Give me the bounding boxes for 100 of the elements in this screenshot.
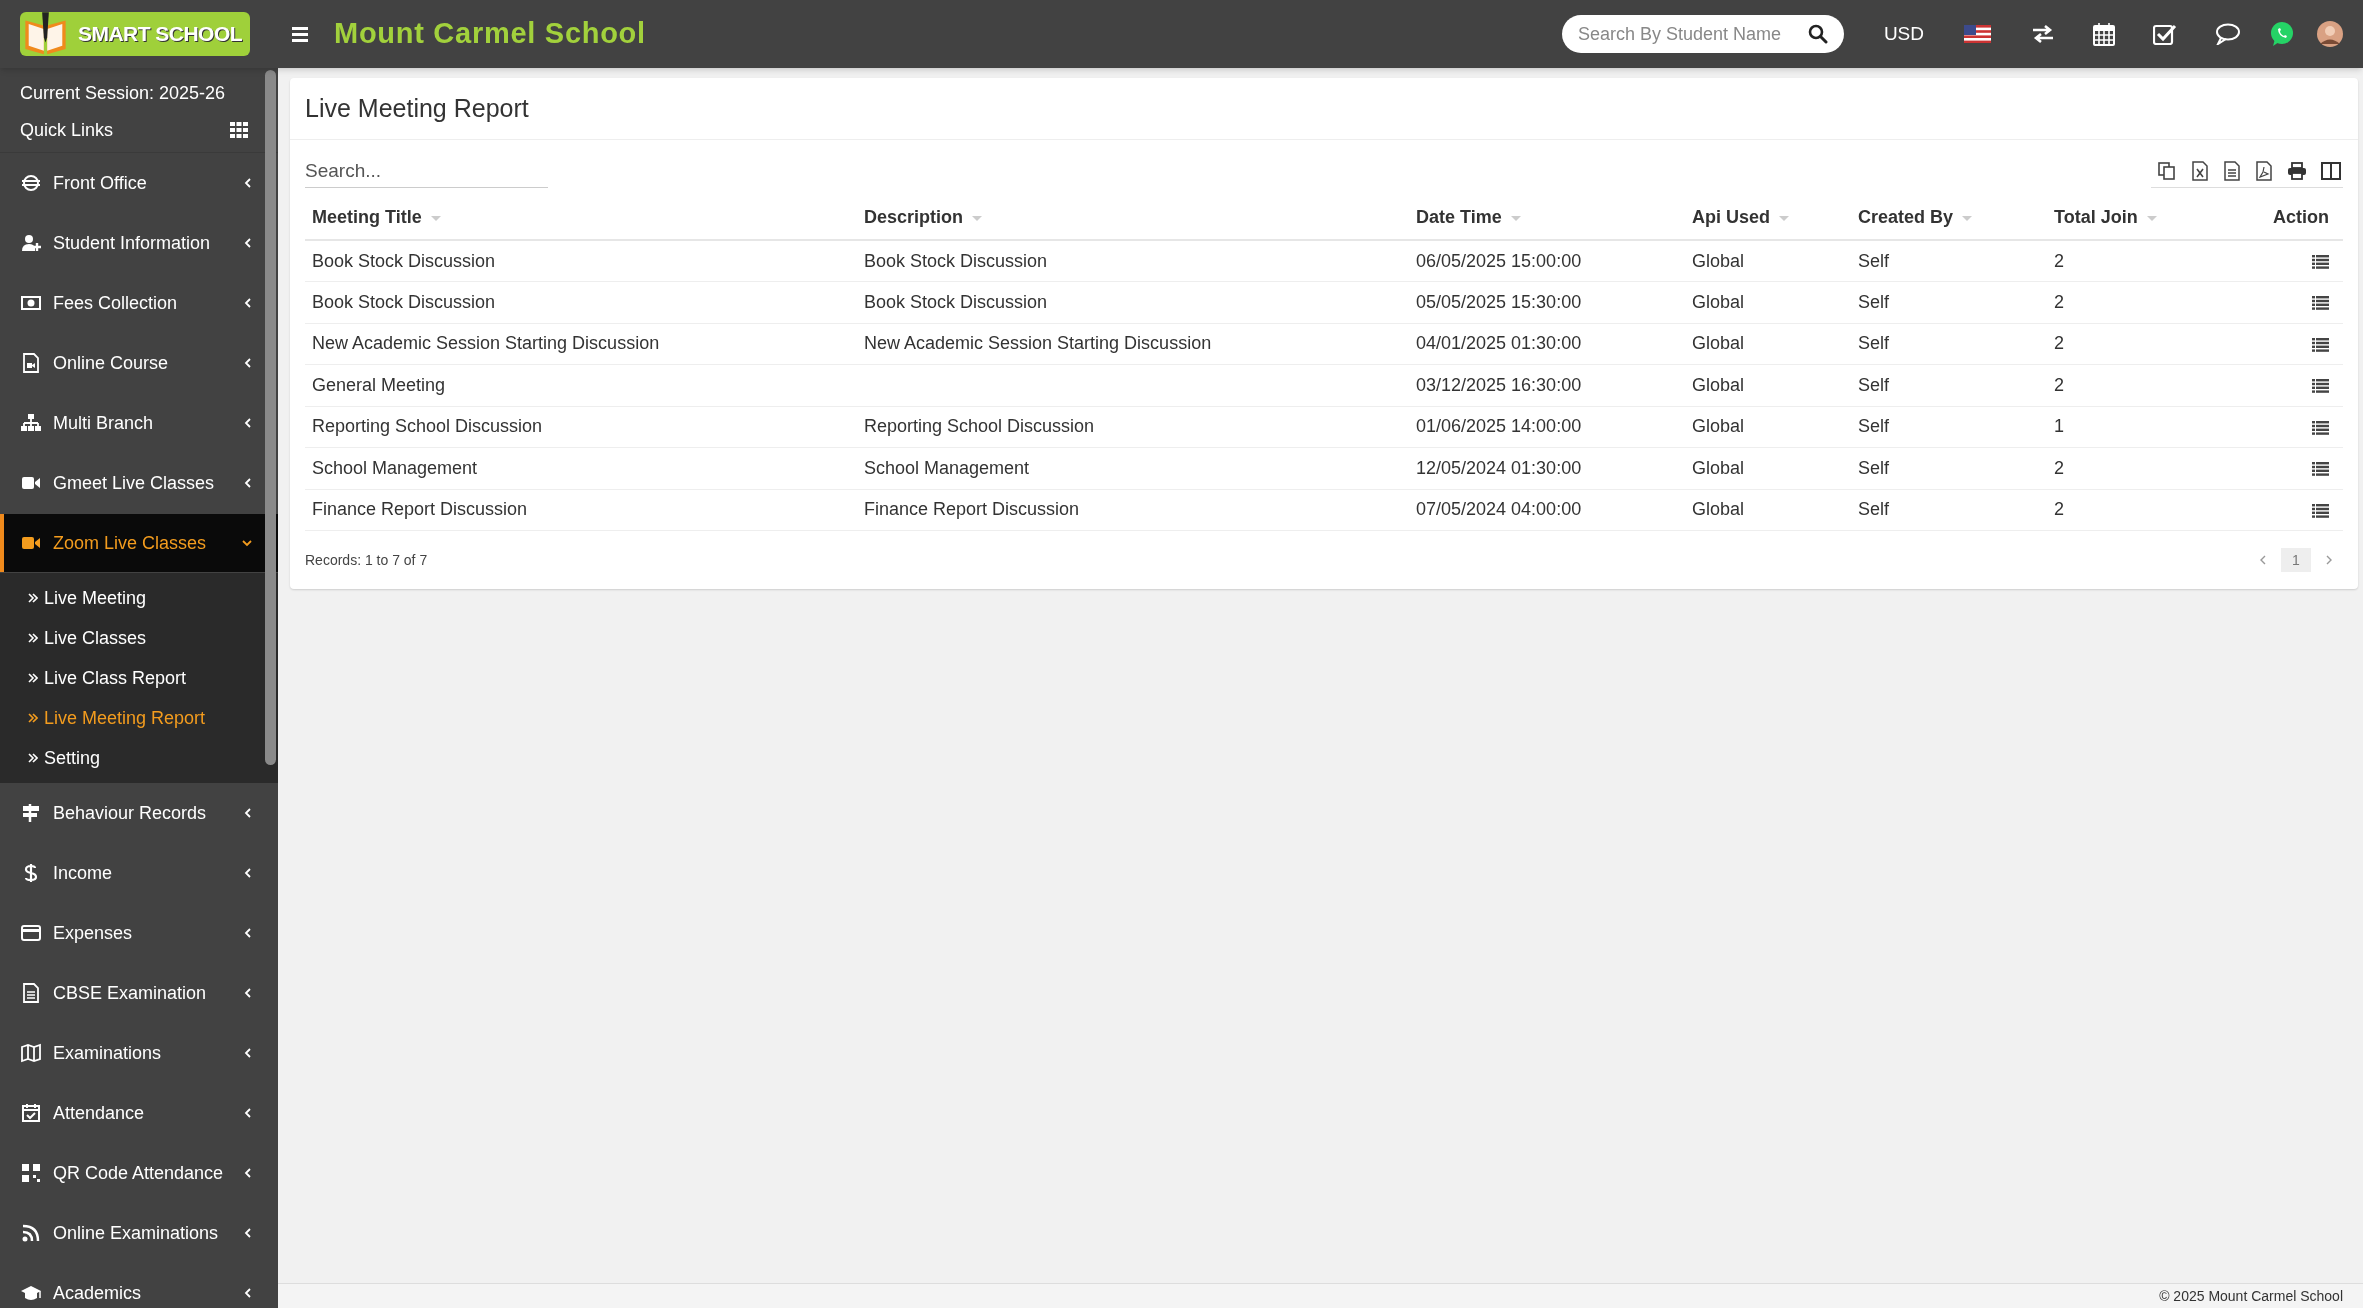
flag-icon[interactable] — [1964, 25, 1991, 43]
sidebar-menu-item[interactable]: Zoom Live Classes — [0, 514, 278, 572]
sidebar-menu-item[interactable]: QR Code Attendance — [0, 1144, 262, 1202]
page-title: Live Meeting Report — [305, 92, 529, 124]
chevron-left-icon — [244, 298, 252, 308]
double-chevron-icon — [28, 593, 38, 603]
calendar-icon[interactable] — [2093, 22, 2115, 46]
chevron-left-icon — [244, 808, 252, 818]
search-icon[interactable] — [1807, 24, 1828, 44]
table-cell: Reporting School Discussion — [312, 416, 543, 437]
table-cell: Finance Report Discussion — [312, 499, 528, 520]
list-icon[interactable] — [2312, 379, 2329, 393]
table-cell: 2 — [2054, 457, 2064, 478]
chevron-left-icon — [244, 868, 252, 878]
double-chevron-icon — [28, 713, 38, 723]
sidebar-menu-item[interactable]: Fees Collection — [0, 274, 262, 332]
list-icon[interactable] — [2312, 503, 2329, 518]
sidebar-menu-item[interactable]: Expenses — [0, 904, 262, 962]
next-page-icon[interactable] — [2325, 555, 2333, 565]
currency-selector[interactable]: USD — [1883, 19, 1924, 49]
table-cell: Self — [1858, 374, 1890, 395]
chevron-left-icon — [244, 358, 252, 368]
submenu-item[interactable]: Live Classes — [0, 618, 262, 658]
column-header[interactable]: Total Join — [2047, 196, 2207, 240]
table-cell: Reporting School Discussion — [864, 416, 1095, 437]
swap-arrows-icon[interactable] — [2031, 24, 2055, 44]
school-name: Mount Carmel School — [334, 16, 646, 52]
sidebar-menu-item[interactable]: Examinations — [0, 1024, 262, 1082]
table-cell: Self — [1858, 457, 1890, 478]
chevron-left-icon — [244, 418, 252, 428]
pdf-file-icon[interactable] — [2255, 161, 2273, 181]
double-chevron-icon — [28, 673, 38, 683]
table-cell: 01/06/2025 14:00:00 — [1416, 416, 1582, 437]
table-cell: Book Stock Discussion — [312, 250, 496, 271]
list-icon[interactable] — [2312, 296, 2329, 310]
list-icon[interactable] — [2312, 254, 2329, 269]
student-search-field[interactable]: Search By Student Name — [1561, 15, 1844, 53]
graduation-cap-icon — [21, 1283, 41, 1303]
table-cell: Book Stock Discussion — [312, 291, 496, 312]
sidebar-menu-item[interactable]: Attendance — [0, 1084, 262, 1142]
submenu-item[interactable]: Live Meeting Report — [0, 698, 262, 738]
table-cell: Self — [1858, 291, 1890, 312]
list-icon[interactable] — [2312, 337, 2329, 352]
sidebar-menu-item[interactable]: Gmeet Live Classes — [0, 454, 262, 512]
table-cell: 1 — [2054, 416, 2064, 437]
excel-file-icon[interactable] — [2191, 161, 2209, 181]
submenu-item[interactable]: Live Class Report — [0, 658, 262, 698]
column-header[interactable]: Api Used — [1685, 196, 1851, 240]
book-icon — [22, 12, 69, 56]
table-cell: School Management — [312, 457, 478, 478]
video-file-icon — [21, 353, 41, 373]
sidebar-menu-item[interactable]: Online Examinations — [0, 1204, 262, 1262]
credit-card-icon — [21, 923, 41, 943]
sitemap-icon — [21, 413, 41, 433]
sidebar-menu-item[interactable]: Income — [0, 844, 262, 902]
chevron-left-icon — [244, 1108, 252, 1118]
qr-code-icon — [21, 1163, 41, 1183]
table-cell: 2 — [2054, 374, 2064, 395]
sidebar-menu-item[interactable]: Behaviour Records — [0, 784, 262, 842]
column-header[interactable]: Created By — [1851, 196, 2047, 240]
sidebar-menu-item[interactable]: Multi Branch — [0, 394, 262, 452]
columns-icon[interactable] — [2321, 162, 2341, 180]
page-button[interactable]: 1 — [2281, 548, 2311, 572]
table-cell: Book Stock Discussion — [864, 250, 1048, 271]
table-cell: Global — [1692, 374, 1745, 395]
task-check-icon[interactable] — [2153, 23, 2177, 45]
column-header[interactable]: Description — [857, 196, 1409, 240]
signpost-icon — [21, 803, 41, 823]
column-header[interactable]: Meeting Title — [305, 196, 857, 240]
column-header[interactable]: Date Time — [1409, 196, 1685, 240]
list-icon[interactable] — [2312, 420, 2329, 435]
table-cell: Self — [1858, 250, 1890, 271]
chevron-left-icon — [244, 988, 252, 998]
sidebar-menu-item[interactable]: Student Information — [0, 214, 262, 272]
sidebar-menu-item[interactable]: Academics — [0, 1264, 262, 1308]
sidebar-menu-item[interactable]: Online Course — [0, 334, 262, 392]
table-cell: Self — [1858, 333, 1890, 354]
table-cell: 12/05/2024 01:30:00 — [1416, 457, 1582, 478]
whatsapp-icon[interactable] — [2269, 21, 2295, 47]
quick-links-label[interactable]: Quick Links — [20, 116, 114, 144]
submenu-item[interactable]: Live Meeting — [0, 578, 262, 618]
table-cell: 2 — [2054, 499, 2064, 520]
table-search-field[interactable]: Search... — [305, 154, 548, 188]
submenu-item[interactable]: Setting — [0, 738, 262, 778]
scrollbar[interactable] — [265, 70, 276, 765]
table-cell: New Academic Session Starting Discussion — [864, 333, 1212, 354]
calendar-check-icon — [21, 1103, 41, 1123]
sidebar-menu-item[interactable]: Front Office — [0, 154, 262, 212]
sidebar-menu-item[interactable]: CBSE Examination — [0, 964, 262, 1022]
chat-icon[interactable] — [2215, 23, 2241, 45]
text-file-icon[interactable] — [2223, 161, 2241, 181]
list-icon[interactable] — [2312, 462, 2329, 476]
chevron-left-icon — [244, 928, 252, 938]
grid-icon[interactable] — [230, 122, 248, 138]
chevron-left-icon — [244, 238, 252, 248]
avatar-icon[interactable] — [2317, 21, 2343, 47]
previous-page-icon[interactable] — [2259, 555, 2267, 565]
table-cell: Global — [1692, 250, 1745, 271]
print-icon[interactable] — [2287, 162, 2307, 180]
copy-icon[interactable] — [2157, 161, 2177, 181]
